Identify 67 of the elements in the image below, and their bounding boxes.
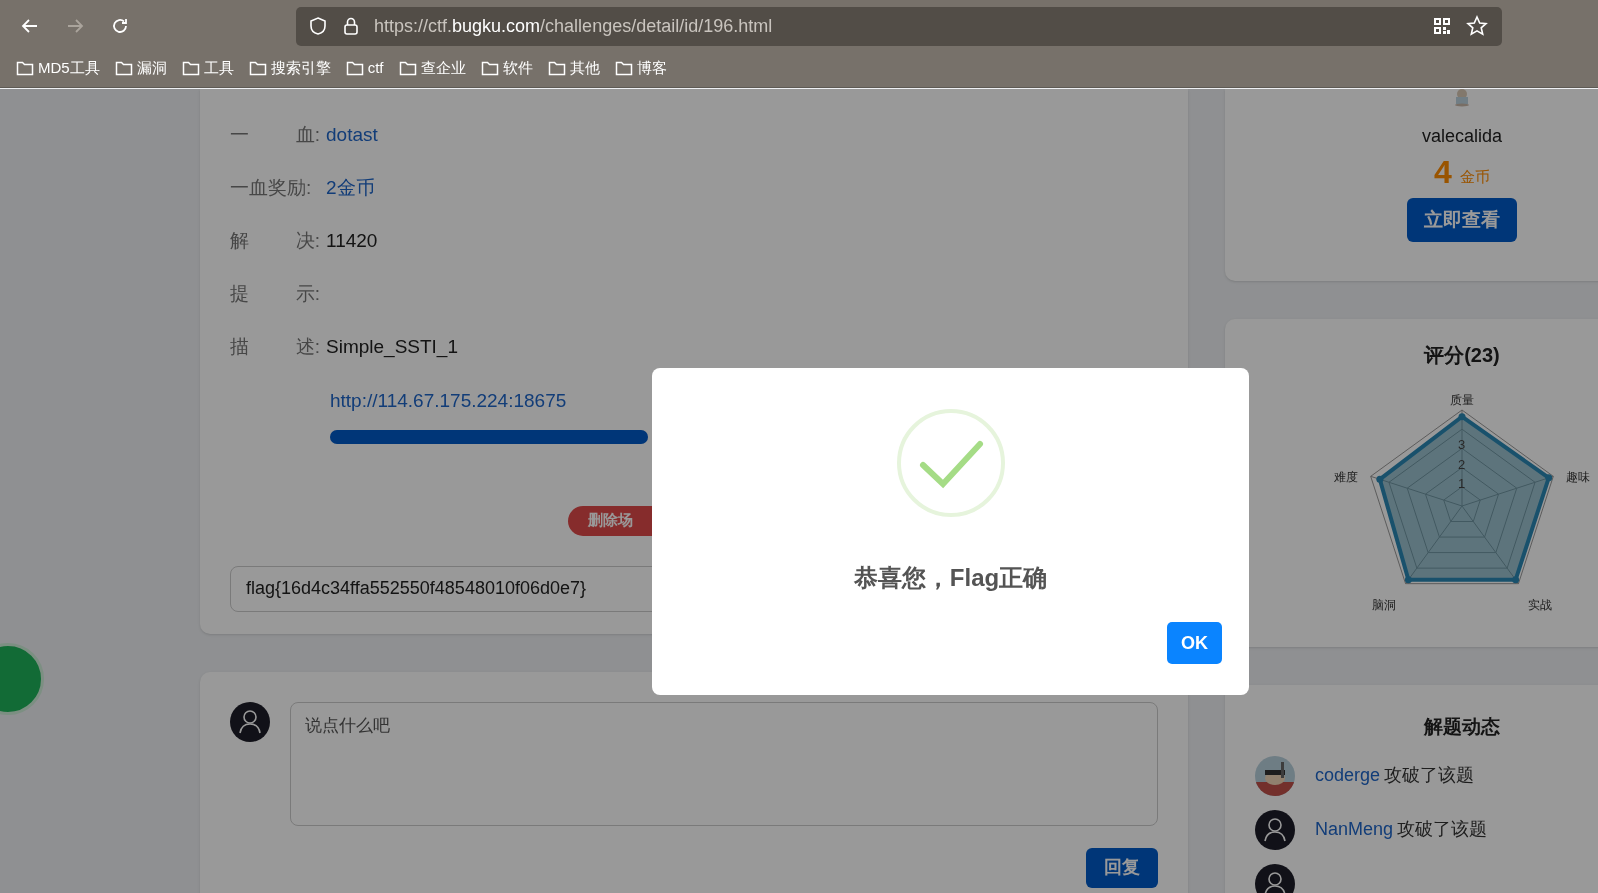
reply-button[interactable]: 回复: [1086, 847, 1158, 888]
tick-label: 2: [1458, 457, 1466, 471]
lock-icon: [342, 16, 360, 36]
field-label: 示:: [295, 281, 320, 306]
axis-label: 趣味: [1566, 471, 1590, 483]
qr-code-icon[interactable]: [1432, 16, 1452, 36]
bookmark[interactable]: 查企业: [398, 56, 466, 80]
avatar-icon: [1255, 809, 1295, 850]
folder-icon: [345, 60, 364, 76]
coin-unit: 金币: [1459, 166, 1490, 187]
bookmark[interactable]: 搜索引擎: [248, 56, 331, 80]
bookmark[interactable]: 软件: [480, 56, 533, 80]
field-link[interactable]: 2金币: [326, 173, 375, 203]
bookmark[interactable]: 其他: [547, 56, 600, 80]
coin-count: 4: [1434, 156, 1452, 188]
folder-icon: [614, 60, 633, 76]
data-point: [1545, 474, 1553, 482]
solve-action: 攻破了该题: [1397, 818, 1488, 841]
field-label: 提: [230, 281, 249, 306]
author-name: valecalida: [1421, 125, 1503, 148]
comment-field[interactable]: 说点什么吧: [290, 701, 1158, 826]
field-label: 一: [230, 122, 249, 147]
field-value: 11420: [326, 228, 378, 253]
shield-icon: [308, 16, 328, 36]
tick-label: 1: [1458, 476, 1466, 490]
bookmark[interactable]: 博客: [614, 56, 667, 80]
folder-icon: [480, 60, 499, 76]
field-label: 解: [230, 228, 249, 253]
solve-action: 攻破了该题: [1384, 764, 1475, 787]
address-bar[interactable]: https://ctf.bugku.com/challenges/detail/id/196.html: [296, 6, 1502, 46]
data-point: [1512, 576, 1520, 584]
data-point: [1376, 475, 1384, 483]
axis-label: 实战: [1528, 599, 1552, 611]
axis-label: 脑洞: [1372, 599, 1396, 611]
field-label: 述:: [295, 334, 320, 359]
tick-label: 3: [1458, 438, 1466, 452]
folder-icon: [547, 60, 566, 76]
url-text: https://ctf.bugku.com/challenges/detail/id/196.html: [374, 14, 773, 38]
folder-icon: [248, 60, 267, 76]
data-point: [1404, 576, 1412, 584]
avatar-icon: [230, 701, 270, 742]
field-label: 决:: [295, 228, 320, 253]
bookmark[interactable]: ctf: [345, 56, 384, 80]
field-label: 血:: [295, 122, 320, 147]
field-value: Simple_SSTI_1: [326, 334, 458, 360]
field-link[interactable]: dotast: [326, 120, 378, 150]
user-link[interactable]: NanMeng: [1315, 816, 1394, 843]
check-icon: [895, 408, 1006, 518]
bookmark[interactable]: MD5工具: [16, 56, 100, 80]
user-link[interactable]: coderge: [1315, 762, 1381, 789]
axis-label: 质量: [1450, 394, 1474, 406]
solves-title: 解题动态: [1424, 715, 1500, 739]
folder-icon: [181, 60, 200, 76]
data-point: [1458, 413, 1466, 421]
axis-label: 难度: [1334, 471, 1358, 483]
folder-icon: [16, 60, 34, 76]
reload-icon[interactable]: [110, 16, 130, 36]
bookmark[interactable]: 漏洞: [114, 56, 167, 80]
folder-icon: [114, 60, 133, 76]
field-label: 一血奖励:: [230, 175, 312, 200]
star-icon[interactable]: [1466, 15, 1488, 37]
field-label: 描: [230, 334, 249, 359]
ok-button[interactable]: OK: [1167, 622, 1222, 664]
folder-icon: [398, 60, 417, 76]
rating-title: 评分(23): [1424, 343, 1500, 368]
view-button[interactable]: 立即查看: [1407, 198, 1517, 242]
bookmark[interactable]: 工具: [181, 56, 234, 80]
